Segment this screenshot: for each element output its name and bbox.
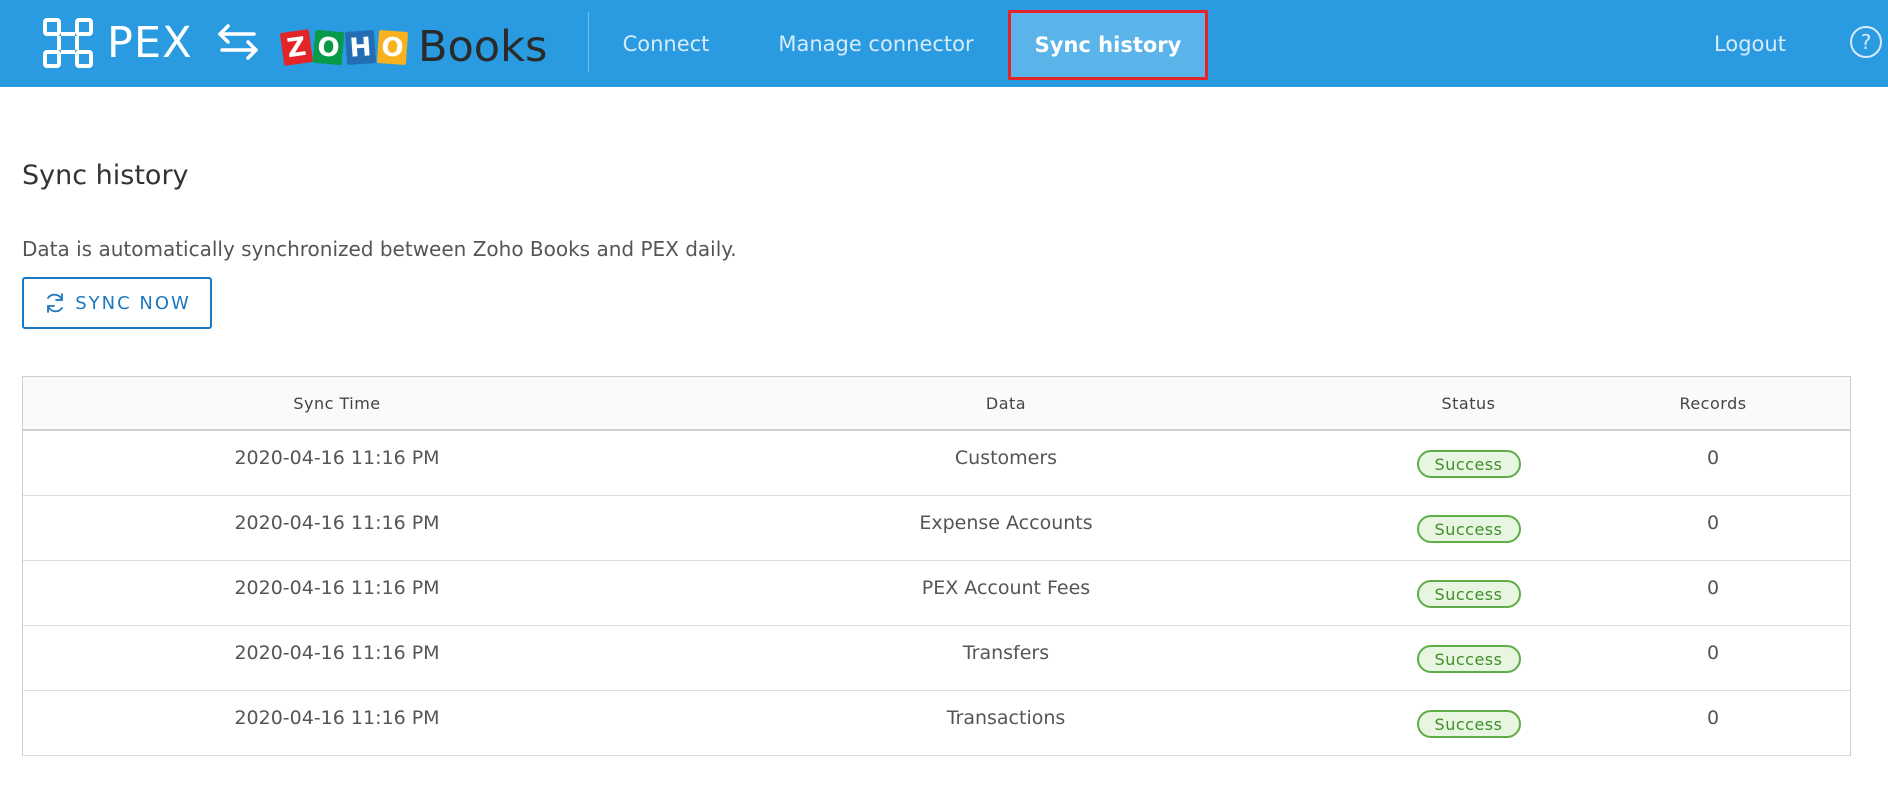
cell-records: 0 <box>1706 706 1720 729</box>
status-badge: Success <box>1416 709 1521 738</box>
zoho-letter-h: H <box>344 29 377 65</box>
column-header-records[interactable]: Records <box>1576 377 1850 430</box>
refresh-icon <box>47 293 64 313</box>
table-header-row: Sync Time Data Status Records <box>23 377 1850 430</box>
cell-status: Success <box>1361 495 1576 560</box>
top-nav-bar: PEX Z O H O Books Connect Manage connect… <box>0 0 1888 87</box>
table-row: 2020-04-16 11:16 PM Transactions Success… <box>23 690 1850 755</box>
cell-sync-time: 2020-04-16 11:16 PM <box>234 576 440 599</box>
zoho-letters: Z O H O <box>279 28 410 66</box>
table-row: 2020-04-16 11:16 PM PEX Account Fees Suc… <box>23 560 1850 625</box>
sync-now-button[interactable]: SYNC NOW <box>22 277 212 329</box>
status-badge: Success <box>1416 514 1521 543</box>
question-circle-icon[interactable]: ? <box>1850 26 1882 58</box>
column-header-data[interactable]: Data <box>651 377 1361 430</box>
table-row: 2020-04-16 11:16 PM Expense Accounts Suc… <box>23 495 1850 560</box>
cell-status: Success <box>1361 430 1576 495</box>
status-badge: Success <box>1416 579 1521 608</box>
sync-now-label: SYNC NOW <box>75 292 191 314</box>
column-header-status[interactable]: Status <box>1361 377 1576 430</box>
zoho-letter-z: Z <box>279 28 314 66</box>
header-divider <box>588 12 589 72</box>
pex-logo[interactable]: PEX <box>41 16 193 70</box>
zoho-books-logo: Z O H O Books <box>279 22 548 72</box>
table-row: 2020-04-16 11:16 PM Transfers Success 0 <box>23 625 1850 690</box>
cell-data: PEX Account Fees <box>921 576 1091 599</box>
zoho-letter-o: O <box>312 29 345 65</box>
cell-status: Success <box>1361 560 1576 625</box>
cell-data: Transactions <box>946 706 1066 729</box>
cell-records: 0 <box>1706 511 1720 534</box>
logout-link[interactable]: Logout <box>1700 0 1800 87</box>
cell-records: 0 <box>1706 641 1720 664</box>
cell-sync-time: 2020-04-16 11:16 PM <box>234 511 440 534</box>
cell-sync-time: 2020-04-16 11:16 PM <box>234 447 440 469</box>
status-badge: Success <box>1416 450 1521 478</box>
pex-logo-text: PEX <box>107 18 193 68</box>
pex-logo-icon <box>43 18 93 68</box>
cell-records: 0 <box>1706 447 1720 469</box>
tab-manage-connector[interactable]: Manage connector <box>770 0 982 87</box>
cell-sync-time: 2020-04-16 11:16 PM <box>234 706 440 729</box>
cell-status: Success <box>1361 625 1576 690</box>
page-description: Data is automatically synchronized betwe… <box>22 237 737 261</box>
page-title: Sync history <box>22 160 189 191</box>
status-badge: Success <box>1416 644 1521 673</box>
swap-arrows-icon <box>218 24 258 60</box>
zoho-letter-o: O <box>376 29 409 65</box>
cell-status: Success <box>1361 690 1576 755</box>
tab-connect[interactable]: Connect <box>604 0 728 87</box>
column-header-sync-time[interactable]: Sync Time <box>23 377 651 430</box>
cell-sync-time: 2020-04-16 11:16 PM <box>234 641 440 664</box>
table-row: 2020-04-16 11:16 PM Customers Success 0 <box>23 430 1850 495</box>
tab-sync-history[interactable]: Sync history <box>1008 10 1208 80</box>
cell-records: 0 <box>1706 576 1720 599</box>
cell-data: Customers <box>954 447 1058 469</box>
cell-data: Expense Accounts <box>919 511 1093 534</box>
zoho-books-product-name: Books <box>418 22 548 72</box>
cell-data: Transfers <box>962 641 1050 664</box>
sync-history-table: Sync Time Data Status Records 2020-04-16… <box>22 376 1851 756</box>
